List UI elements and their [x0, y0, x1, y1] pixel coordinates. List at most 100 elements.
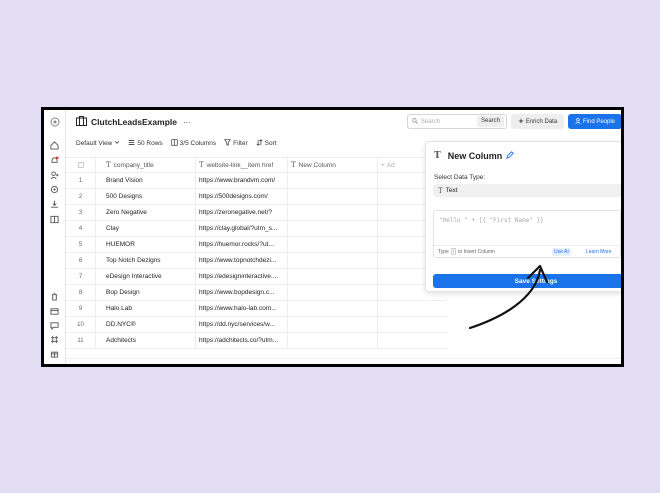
default-view-dropdown[interactable]: Default View	[76, 139, 120, 147]
company-cell[interactable]: eDesign Interactive	[96, 269, 196, 284]
enrich-data-button[interactable]: Enrich Data	[511, 114, 564, 129]
website-cell[interactable]: https://clay.global/?utm_s...	[196, 221, 288, 236]
new-column-cell[interactable]	[288, 269, 378, 284]
text-type-icon: T	[291, 161, 296, 169]
new-column-cell[interactable]	[288, 221, 378, 236]
website-cell[interactable]: https://www.bopdesign.c...	[196, 285, 288, 300]
website-cell[interactable]: https://www.halo-lab.com...	[196, 301, 288, 316]
data-type-label: Select Data Type:	[434, 174, 486, 181]
company-cell[interactable]: Halo Lab	[96, 301, 196, 316]
row-number: 11	[66, 333, 96, 348]
row-number: 9	[66, 301, 96, 316]
table-title[interactable]: ClutchLeadsExample	[91, 117, 177, 127]
website-cell[interactable]: https://www.topnotchdezi...	[196, 253, 288, 268]
new-column-cell[interactable]	[288, 205, 378, 220]
filter-button[interactable]: Filter	[224, 138, 248, 148]
home-icon[interactable]	[49, 140, 60, 151]
slack-icon[interactable]	[49, 334, 60, 345]
view-toolbar: Default View 50 Rows 3/5 Columns Filter …	[76, 136, 277, 150]
data-type-select[interactable]: T Text	[433, 184, 621, 197]
new-column-cell[interactable]	[288, 317, 378, 332]
gift-icon[interactable]	[49, 348, 60, 359]
bell-icon[interactable]	[49, 155, 60, 166]
pencil-icon[interactable]	[506, 151, 515, 161]
empty-cell	[378, 253, 418, 268]
new-column-cell[interactable]	[288, 237, 378, 252]
new-column-cell[interactable]	[288, 301, 378, 316]
table-row[interactable]: 3 Zero Negative https://zeronegative.net/?	[66, 205, 446, 221]
columns-button[interactable]: 3/5 Columns	[171, 138, 216, 148]
search-button[interactable]: Search	[476, 116, 504, 127]
sidebar	[44, 110, 66, 364]
formula-editor[interactable]: "Hello " + {{ "First Name" }} Type / to …	[433, 210, 621, 258]
company-cell[interactable]: Adchitects	[96, 333, 196, 348]
add-user-icon[interactable]	[49, 170, 60, 181]
empty-cell	[378, 205, 418, 220]
learn-more-link[interactable]: Learn More	[586, 248, 612, 256]
table-row[interactable]: 2 500 Designs https://500designs.com/	[66, 189, 446, 205]
search-input[interactable]: Search Search	[407, 114, 507, 129]
text-type-icon: T	[106, 161, 111, 169]
row-number: 5	[66, 237, 96, 252]
new-column-cell[interactable]	[288, 253, 378, 268]
company-cell[interactable]: Clay	[96, 221, 196, 236]
find-people-button[interactable]: Find People	[568, 114, 621, 129]
data-table: Tcompany_title Twebsite-link__item href …	[66, 157, 446, 349]
card-icon[interactable]	[49, 306, 60, 317]
add-column-header[interactable]: + Ad	[378, 158, 418, 172]
company-cell[interactable]: HUEMOR	[96, 237, 196, 252]
trash-icon[interactable]	[49, 291, 60, 302]
new-column-cell[interactable]	[288, 285, 378, 300]
website-cell[interactable]: https://500designs.com/	[196, 189, 288, 204]
new-column-cell[interactable]	[288, 189, 378, 204]
table-row[interactable]: 9 Halo Lab https://www.halo-lab.com...	[66, 301, 446, 317]
chat-icon[interactable]	[49, 320, 60, 331]
table-row[interactable]: 10 DD.NYC® https://dd.nyc/services/w...	[66, 317, 446, 333]
sort-button[interactable]: Sort	[256, 138, 277, 148]
website-cell[interactable]: https://huemor.rocks/?ut...	[196, 237, 288, 252]
more-options-icon[interactable]: ···	[183, 118, 191, 127]
book-icon[interactable]	[49, 214, 60, 225]
column-header[interactable]: T New Column	[288, 158, 378, 172]
text-type-icon: T	[199, 161, 204, 169]
new-column-cell[interactable]	[288, 333, 378, 348]
website-cell[interactable]: https://www.brandvm.com/	[196, 173, 288, 188]
company-cell[interactable]: DD.NYC®	[96, 317, 196, 332]
company-cell[interactable]: Zero Negative	[96, 205, 196, 220]
empty-cell	[378, 189, 418, 204]
text-type-icon: T	[438, 186, 443, 195]
use-ai-button[interactable]: Use AI	[552, 248, 571, 256]
website-cell[interactable]: https://adchitects.co/?utm...	[196, 333, 288, 348]
logo-icon[interactable]	[49, 116, 60, 127]
table-row[interactable]: 11 Adchitects https://adchitects.co/?utm..…	[66, 333, 446, 349]
empty-cell	[378, 173, 418, 188]
table-row[interactable]: 8 Bop Design https://www.bopdesign.c...	[66, 285, 446, 301]
filter-icon	[224, 138, 232, 148]
select-all-checkbox[interactable]	[66, 158, 96, 172]
company-cell[interactable]: Brand Vision	[96, 173, 196, 188]
plus-icon: +	[381, 161, 385, 169]
empty-cell	[378, 301, 418, 316]
company-cell[interactable]: Bop Design	[96, 285, 196, 300]
column-header[interactable]: Twebsite-link__item href	[196, 158, 288, 172]
company-cell[interactable]: Top Notch Dezigns	[96, 253, 196, 268]
table-row[interactable]: 7 eDesign Interactive https://edesigninter…	[66, 269, 446, 285]
website-cell[interactable]: https://edesigninteractive....	[196, 269, 288, 284]
company-cell[interactable]: 500 Designs	[96, 189, 196, 204]
new-column-cell[interactable]	[288, 173, 378, 188]
building-icon	[76, 113, 87, 131]
website-cell[interactable]: https://dd.nyc/services/w...	[196, 317, 288, 332]
panel-title: T New Column	[434, 151, 515, 161]
website-cell[interactable]: https://zeronegative.net/?	[196, 205, 288, 220]
download-icon[interactable]	[49, 199, 60, 210]
table-row[interactable]: 5 HUEMOR https://huemor.rocks/?ut...	[66, 237, 446, 253]
column-header[interactable]: Tcompany_title	[96, 158, 196, 172]
save-settings-button[interactable]: Save Settings	[433, 274, 621, 288]
table-row[interactable]: 4 Clay https://clay.global/?utm_s...	[66, 221, 446, 237]
rows-button[interactable]: 50 Rows	[128, 139, 163, 148]
table-row[interactable]: 6 Top Notch Dezigns https://www.topnotchde…	[66, 253, 446, 269]
settings-icon[interactable]	[49, 184, 60, 195]
search-icon	[412, 117, 418, 126]
table-row[interactable]: 1 Brand Vision https://www.brandvm.com/	[66, 173, 446, 189]
row-number: 10	[66, 317, 96, 332]
